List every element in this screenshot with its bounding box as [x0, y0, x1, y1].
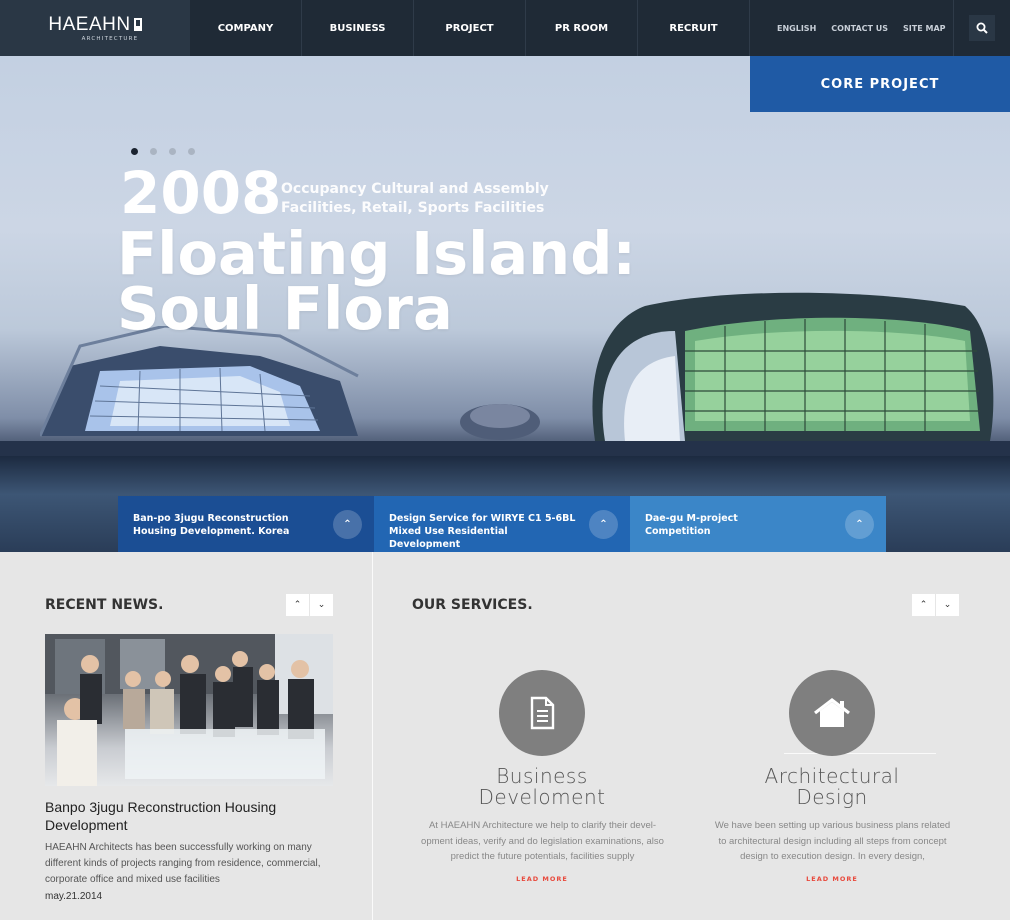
chevron-up-icon[interactable]: ⌃	[333, 510, 362, 539]
recent-news-section: RECENT NEWS. ⌃ ⌄ Banpo 3jugu Reconstruct…	[0, 552, 373, 920]
slide-dot-4[interactable]	[188, 148, 195, 155]
site-map-link[interactable]: SITE MAP	[903, 24, 945, 33]
logo-subtitle: ARCHITECTURE	[81, 35, 139, 42]
menu-item-pr-room[interactable]: PR ROOM	[526, 0, 638, 56]
our-services-section: OUR SERVICES. ⌃ ⌄ Business Develoment At…	[374, 552, 1010, 920]
project-category: Occupancy Cultural and Assembly Faciliti…	[281, 181, 549, 216]
logo-mark-icon	[133, 17, 142, 31]
contact-us-link[interactable]: CONTACT US	[831, 24, 888, 33]
team-photo-image	[45, 634, 333, 786]
chevron-down-icon[interactable]: ⌄	[936, 594, 959, 616]
chevron-down-icon[interactable]: ⌄	[310, 594, 333, 616]
menu-item-project[interactable]: PROJECT	[414, 0, 526, 56]
chevron-up-icon[interactable]: ⌃	[589, 510, 618, 539]
service-name: Business Develoment	[478, 764, 606, 809]
middle-building-image	[460, 404, 540, 440]
recent-news-title: RECENT NEWS.	[45, 597, 164, 613]
our-services-title: OUR SERVICES.	[412, 597, 533, 613]
project-title: Floating Island: Soul Flora	[117, 219, 637, 343]
top-navigation: HAEAHN ARCHITECTURE COMPANY BUSINESS PRO…	[0, 0, 1010, 56]
utility-links: ENGLISH CONTACT US SITE MAP	[750, 0, 953, 56]
left-building-image	[40, 326, 359, 437]
lead-more-link[interactable]: LEAD MORE	[412, 875, 672, 883]
core-project-button[interactable]: CORE PROJECT	[750, 56, 1010, 112]
logo[interactable]: HAEAHN ARCHITECTURE	[0, 0, 190, 56]
news-headline[interactable]: Banpo 3jugu Reconstruction Housing Devel…	[45, 798, 345, 834]
slide-dot-3[interactable]	[169, 148, 176, 155]
lead-more-link[interactable]: LEAD MORE	[702, 875, 962, 883]
service-architectural-design: Architectural Design We have been settin…	[702, 670, 962, 883]
slide-dot-2[interactable]	[150, 148, 157, 155]
news-photo[interactable]	[45, 634, 333, 786]
chevron-up-icon[interactable]: ⌃	[912, 594, 935, 616]
slide-pagination	[131, 148, 195, 155]
project-tab-2[interactable]: Design Service for WIRYE C1 5-6BL Mixed …	[374, 496, 630, 552]
project-tab-label: Design Service for WIRYE C1 5-6BL Mixed …	[389, 513, 576, 550]
menu-item-company[interactable]: COMPANY	[190, 0, 302, 56]
service-icon-circle[interactable]	[499, 670, 585, 756]
services-arrows: ⌃ ⌄	[912, 594, 959, 616]
menu-item-recruit[interactable]: RECRUIT	[638, 0, 750, 56]
service-business-development: Business Develoment At HAEAHN Architectu…	[412, 670, 672, 883]
service-description: We have been setting up various business…	[714, 820, 951, 862]
project-tab-label: Dae-gu M-project Competition	[645, 513, 738, 537]
project-tab-3[interactable]: Dae-gu M-project Competition ⌃	[630, 496, 886, 552]
english-link[interactable]: ENGLISH	[777, 24, 816, 33]
main-menu: COMPANY BUSINESS PROJECT PR ROOM RECRUIT	[190, 0, 750, 56]
news-excerpt: HAEAHN Architects has been successfully …	[45, 842, 321, 885]
news-arrows: ⌃ ⌄	[286, 594, 333, 616]
service-name: Architectural Design	[764, 764, 900, 809]
project-tab-label: Ban-po 3jugu Reconstruction Housing Deve…	[133, 513, 290, 537]
search-button[interactable]	[953, 0, 1010, 56]
slide-dot-1[interactable]	[131, 148, 138, 155]
project-year: 2008	[120, 159, 282, 227]
document-icon	[530, 696, 555, 730]
chevron-up-icon[interactable]: ⌃	[845, 510, 874, 539]
project-tab-1[interactable]: Ban-po 3jugu Reconstruction Housing Deve…	[118, 496, 374, 552]
news-date: may.21.2014	[45, 891, 103, 902]
home-icon	[814, 697, 850, 727]
menu-item-business[interactable]: BUSINESS	[302, 0, 414, 56]
hero-banner: CORE PROJECT 2008 Occupancy Cultural and…	[0, 56, 1010, 552]
logo-text: HAEAHN	[48, 13, 131, 35]
project-tabs: Ban-po 3jugu Reconstruction Housing Deve…	[118, 496, 886, 552]
chevron-up-icon[interactable]: ⌃	[286, 594, 309, 616]
service-icon-circle[interactable]	[789, 670, 875, 756]
service-description: At HAEAHN Architecture we help to clarif…	[421, 820, 664, 862]
search-icon	[976, 22, 988, 34]
